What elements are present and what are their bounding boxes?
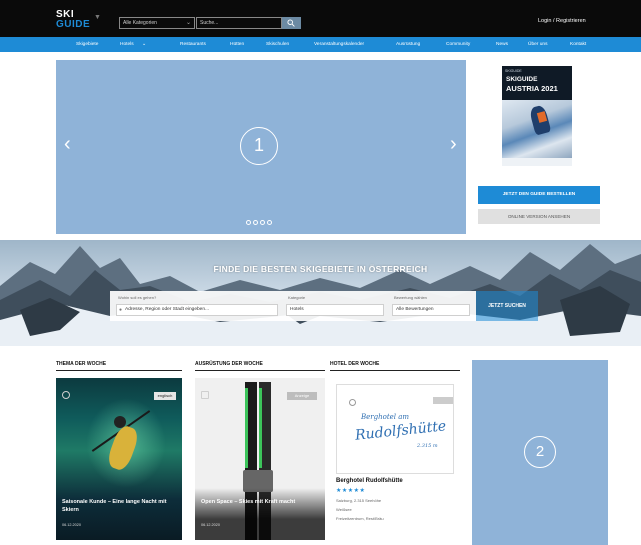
category-value: Hotels: [290, 307, 304, 312]
search-submit-button[interactable]: JETZT SUCHEN: [476, 291, 538, 321]
chevron-down-icon: ▼: [94, 14, 101, 21]
nav-item[interactable]: Skischulen: [266, 37, 289, 52]
image-icon: [201, 391, 209, 399]
chevron-right-icon[interactable]: ›: [450, 134, 457, 154]
nav-item[interactable]: Restaurants: [180, 37, 206, 52]
star-rating-icon: ★★★★★: [336, 488, 366, 494]
magazine-title-line1: SKIGUIDE: [506, 76, 538, 83]
magazine-cover[interactable]: SKIGUIDE SKIGUIDE AUSTRIA 2021: [502, 66, 572, 166]
hotel-badge: [433, 397, 453, 404]
slider-dots: [246, 220, 272, 225]
slider-dot[interactable]: [267, 220, 272, 225]
map-pin-icon: ●: [119, 307, 123, 313]
ski-stripe: [259, 388, 262, 468]
slider-dot[interactable]: [246, 220, 251, 225]
nav-item[interactable]: Skigebiete: [76, 37, 98, 52]
placeholder-number: 2: [524, 436, 556, 468]
equipment-section-title: AUSRÜSTUNG DER WOCHE: [195, 361, 325, 371]
logo[interactable]: SKI GUIDE: [56, 10, 96, 32]
slider-dot[interactable]: [253, 220, 258, 225]
hotel-section-title: HOTEL DER WOCHE: [330, 361, 460, 371]
hotel-logo-box: Berghotel am Rudolfshütte 2.315 m: [336, 384, 454, 474]
hotel-card[interactable]: Berghotel am Rudolfshütte 2.315 m Bergho…: [330, 378, 460, 540]
category-select[interactable]: Alle Kategorien ⌄: [119, 17, 195, 29]
skier-helmet: [114, 416, 126, 428]
order-guide-button[interactable]: JETZT DEN GUIDE BESTELLEN: [478, 186, 600, 204]
language-badge: englisch: [154, 392, 176, 400]
search-placeholder: Suche...: [200, 20, 219, 26]
banner-title: FINDE DIE BESTEN SKIGEBIETE IN ÖSTERREIC…: [213, 264, 428, 274]
theme-card[interactable]: englisch Saisonale Kunde – Eine lange Na…: [56, 378, 182, 540]
category-label: Kategorie: [288, 295, 306, 300]
where-input[interactable]: ● Adresse, Region oder Stadt eingeben...: [116, 304, 278, 316]
ad-placeholder[interactable]: 2: [472, 360, 608, 545]
ski-stripe: [245, 388, 248, 468]
chevron-down-icon: ⌄: [185, 20, 191, 26]
rating-label: Bewertung wählen: [394, 295, 427, 300]
caption-shade: [195, 488, 325, 540]
category-dropdown[interactable]: Hotels: [286, 304, 384, 316]
hotel-logo-line2: Rudolfshütte: [354, 418, 447, 444]
main-nav: Skigebiete Hotels ⌄ Restaurants Hütten S…: [0, 37, 641, 52]
theme-section-title: THEMA DER WOCHE: [56, 361, 182, 371]
slider-dot[interactable]: [260, 220, 265, 225]
rating-value: Alle Bewertungen: [396, 307, 434, 312]
online-version-button[interactable]: ONLINE VERSION ANSEHEN: [478, 209, 600, 224]
chevron-left-icon[interactable]: ‹: [64, 134, 71, 154]
equipment-card[interactable]: Anzeige Open Space – Skies mit Kraft mac…: [195, 378, 325, 540]
play-icon: [62, 391, 70, 399]
hotel-name[interactable]: Berghotel Rudolfshütte: [336, 478, 403, 484]
nav-item[interactable]: Community: [446, 37, 470, 52]
nav-item[interactable]: Über uns: [528, 37, 547, 52]
where-placeholder: Adresse, Region oder Stadt eingeben...: [125, 307, 210, 312]
magazine-small-text: SKIGUIDE: [505, 69, 522, 73]
hotel-logo-line1: Berghotel am: [361, 413, 410, 421]
search-panel: Wohin soll es gehen? ● Adresse, Region o…: [110, 291, 476, 321]
theme-date: 06.12.2020: [62, 523, 82, 527]
hotel-info-line: Freizeitzentrum, Rest/Bräu: [336, 516, 384, 521]
hotel-info-line: Salzburg, 2.315 Seehöhe: [336, 498, 382, 503]
placeholder-number: 1: [240, 127, 278, 165]
nav-item[interactable]: Ausrüstung: [396, 37, 420, 52]
login-register-link[interactable]: Login / Registrieren: [538, 18, 586, 24]
hero-slider: ‹ › 1: [56, 60, 466, 234]
search-banner: FINDE DIE BESTEN SKIGEBIETE IN ÖSTERREIC…: [0, 240, 641, 346]
image-icon: [349, 399, 356, 406]
search-button[interactable]: [282, 17, 301, 29]
where-label: Wohin soll es gehen?: [118, 295, 157, 300]
rating-dropdown[interactable]: Alle Bewertungen: [392, 304, 470, 316]
hotel-info-line: Weißsee: [336, 507, 352, 512]
magazine-header: SKIGUIDE SKIGUIDE AUSTRIA 2021: [502, 66, 572, 100]
equipment-caption[interactable]: Open Space – Skies mit Kraft macht: [201, 498, 315, 506]
hotel-logo-altitude: 2.315 m: [417, 443, 438, 449]
search-icon: [287, 19, 295, 27]
nav-item[interactable]: Kontakt: [570, 37, 586, 52]
nav-item[interactable]: News: [496, 37, 508, 52]
equipment-date: 06.12.2020: [201, 523, 221, 527]
nav-item[interactable]: Veranstaltungskalender: [314, 37, 364, 52]
category-select-value: Alle Kategorien: [123, 20, 157, 26]
nav-item[interactable]: Hütten: [230, 37, 244, 52]
theme-caption[interactable]: Saisonale Kunde – Eine lange Nacht mit S…: [62, 498, 176, 514]
magazine-title-line2: AUSTRIA 2021: [506, 84, 558, 93]
chevron-down-icon: ⌄: [142, 42, 147, 47]
nav-item[interactable]: Hotels: [120, 37, 134, 52]
ad-badge: Anzeige: [287, 392, 317, 400]
search-input[interactable]: Suche...: [196, 17, 282, 29]
logo-line2: GUIDE: [56, 19, 91, 30]
